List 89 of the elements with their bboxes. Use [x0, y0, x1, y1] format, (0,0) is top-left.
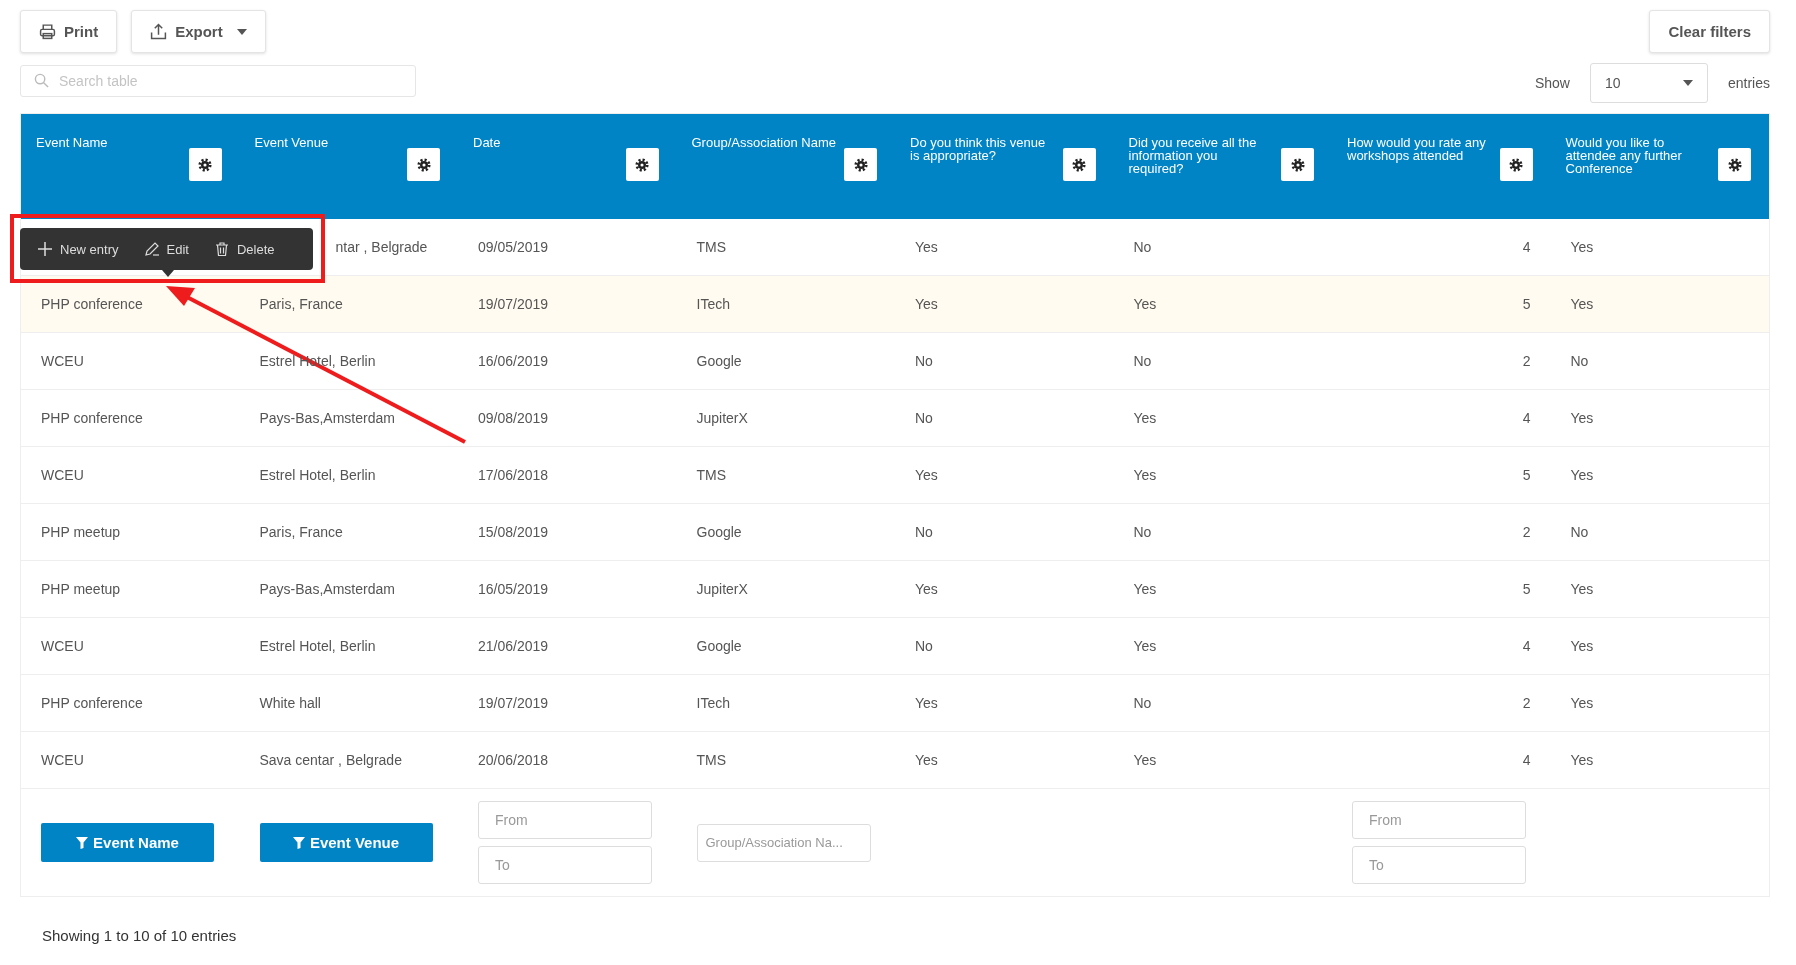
table-cell: 4: [1522, 752, 1531, 768]
table-cell: ITech: [696, 296, 730, 312]
table-cell: Yes: [915, 239, 938, 255]
table-cell: 5: [1522, 581, 1531, 597]
table-cell: No: [1133, 695, 1152, 711]
table-cell: 15/08/2019: [478, 524, 549, 540]
table-cell: WCEU: [41, 752, 84, 768]
table-cell: No: [915, 638, 933, 654]
table-cell: ITech: [696, 695, 730, 711]
table-cell: Yes: [1570, 239, 1594, 255]
column-header: Did you receive all the information you required?: [1128, 136, 1258, 175]
table-cell: 21/06/2019: [478, 638, 549, 654]
table-cell: PHP conference: [41, 410, 143, 426]
table-cell: 16/05/2019: [478, 581, 549, 597]
table-cell: Yes: [915, 467, 938, 483]
table-cell: PHP meetup: [41, 581, 121, 597]
column-header: Event Name: [36, 136, 108, 149]
table-cell: Paris, France: [259, 524, 343, 540]
column-header: Group/Association Name: [691, 136, 836, 149]
column-header: How would you rate any workshops attended: [1347, 136, 1487, 162]
table-cell: TMS: [696, 239, 727, 255]
table-cell: Yes: [915, 695, 938, 711]
table-cell: Yes: [1570, 695, 1594, 711]
table-cell: Yes: [1570, 638, 1594, 654]
table-cell: 09/05/2019: [478, 239, 549, 255]
table-cell: Paris, France: [259, 296, 343, 312]
table-cell: TMS: [696, 467, 727, 483]
entries-info: Showing 1 to 10 of 10 entries: [41, 927, 238, 944]
table-cell: Sava centar , Belgrade: [259, 752, 402, 768]
table-cell: JupiterX: [696, 581, 748, 597]
table-cell: 4: [1522, 239, 1531, 255]
table-cell: 2: [1522, 695, 1531, 711]
table-cell: JupiterX: [696, 410, 748, 426]
table-cell: 4: [1522, 410, 1531, 426]
column-header: Would you like to attendee any further Conference: [1565, 136, 1683, 175]
column-header: Do you think this venue is appropriate?: [910, 136, 1047, 162]
table-cell: Yes: [915, 581, 938, 597]
table-cell: 19/07/2019: [478, 695, 549, 711]
table-cell: No: [1570, 524, 1589, 540]
table-cell: Pays-Bas,Amsterdam: [259, 581, 395, 597]
table-cell: WCEU: [41, 467, 84, 483]
table-cell: No: [915, 410, 933, 426]
table-cell: 17/06/2018: [478, 467, 549, 483]
table-cell: PHP conference: [41, 296, 143, 312]
table-cell: 20/06/2018: [478, 752, 549, 768]
table-cell: Yes: [915, 752, 938, 768]
table-cell: 2: [1522, 524, 1531, 540]
table-cell: TMS: [696, 752, 727, 768]
table-cell: Yes: [1133, 296, 1157, 312]
table-cell: Yes: [1133, 410, 1157, 426]
table-cell: 09/08/2019: [478, 410, 549, 426]
table-cell: No: [1133, 353, 1152, 369]
table-cell: Google: [696, 353, 742, 369]
table-cell: PHP conference: [41, 695, 143, 711]
table-cell: Yes: [1570, 410, 1594, 426]
table-cell: Estrel Hotel, Berlin: [259, 638, 376, 654]
table-cell: Yes: [1570, 752, 1594, 768]
table-cell: Yes: [1570, 296, 1594, 312]
table-cell: Google: [696, 524, 742, 540]
table-cell: Yes: [1133, 467, 1157, 483]
table-cell: 5: [1522, 296, 1531, 312]
table-cell: 16/06/2019: [478, 353, 549, 369]
column-header: Date: [473, 136, 501, 149]
table-cell: Google: [696, 638, 742, 654]
table-cell: Pays-Bas,Amsterdam: [259, 410, 395, 426]
table-cell: 2: [1522, 353, 1531, 369]
table-cell: Yes: [915, 296, 938, 312]
table-cell: PHP meetup: [41, 524, 121, 540]
table-cell: ntar , Belgrade: [335, 239, 428, 255]
table-cell: Yes: [1133, 638, 1157, 654]
table-cell: No: [915, 353, 933, 369]
table-cell: WCEU: [41, 638, 84, 654]
table-cell: Yes: [1570, 467, 1594, 483]
table-cell: White hall: [259, 695, 321, 711]
table-cell: No: [1133, 239, 1152, 255]
table-cell: No: [1570, 353, 1589, 369]
table-cell: Estrel Hotel, Berlin: [259, 467, 376, 483]
table-cell: Yes: [1133, 581, 1157, 597]
table-cell: 5: [1522, 467, 1531, 483]
table-cell: 4: [1522, 638, 1531, 654]
show-label: Show: [1534, 75, 1570, 91]
table-cell: No: [915, 524, 933, 540]
table-cell: No: [1133, 524, 1152, 540]
column-header: Event Venue: [254, 136, 329, 149]
table-cell: Yes: [1133, 752, 1157, 768]
table-cell: Yes: [1570, 581, 1594, 597]
table-cell: 19/07/2019: [478, 296, 549, 312]
table-cell: WCEU: [41, 353, 84, 369]
entries-label: entries: [1727, 75, 1770, 91]
